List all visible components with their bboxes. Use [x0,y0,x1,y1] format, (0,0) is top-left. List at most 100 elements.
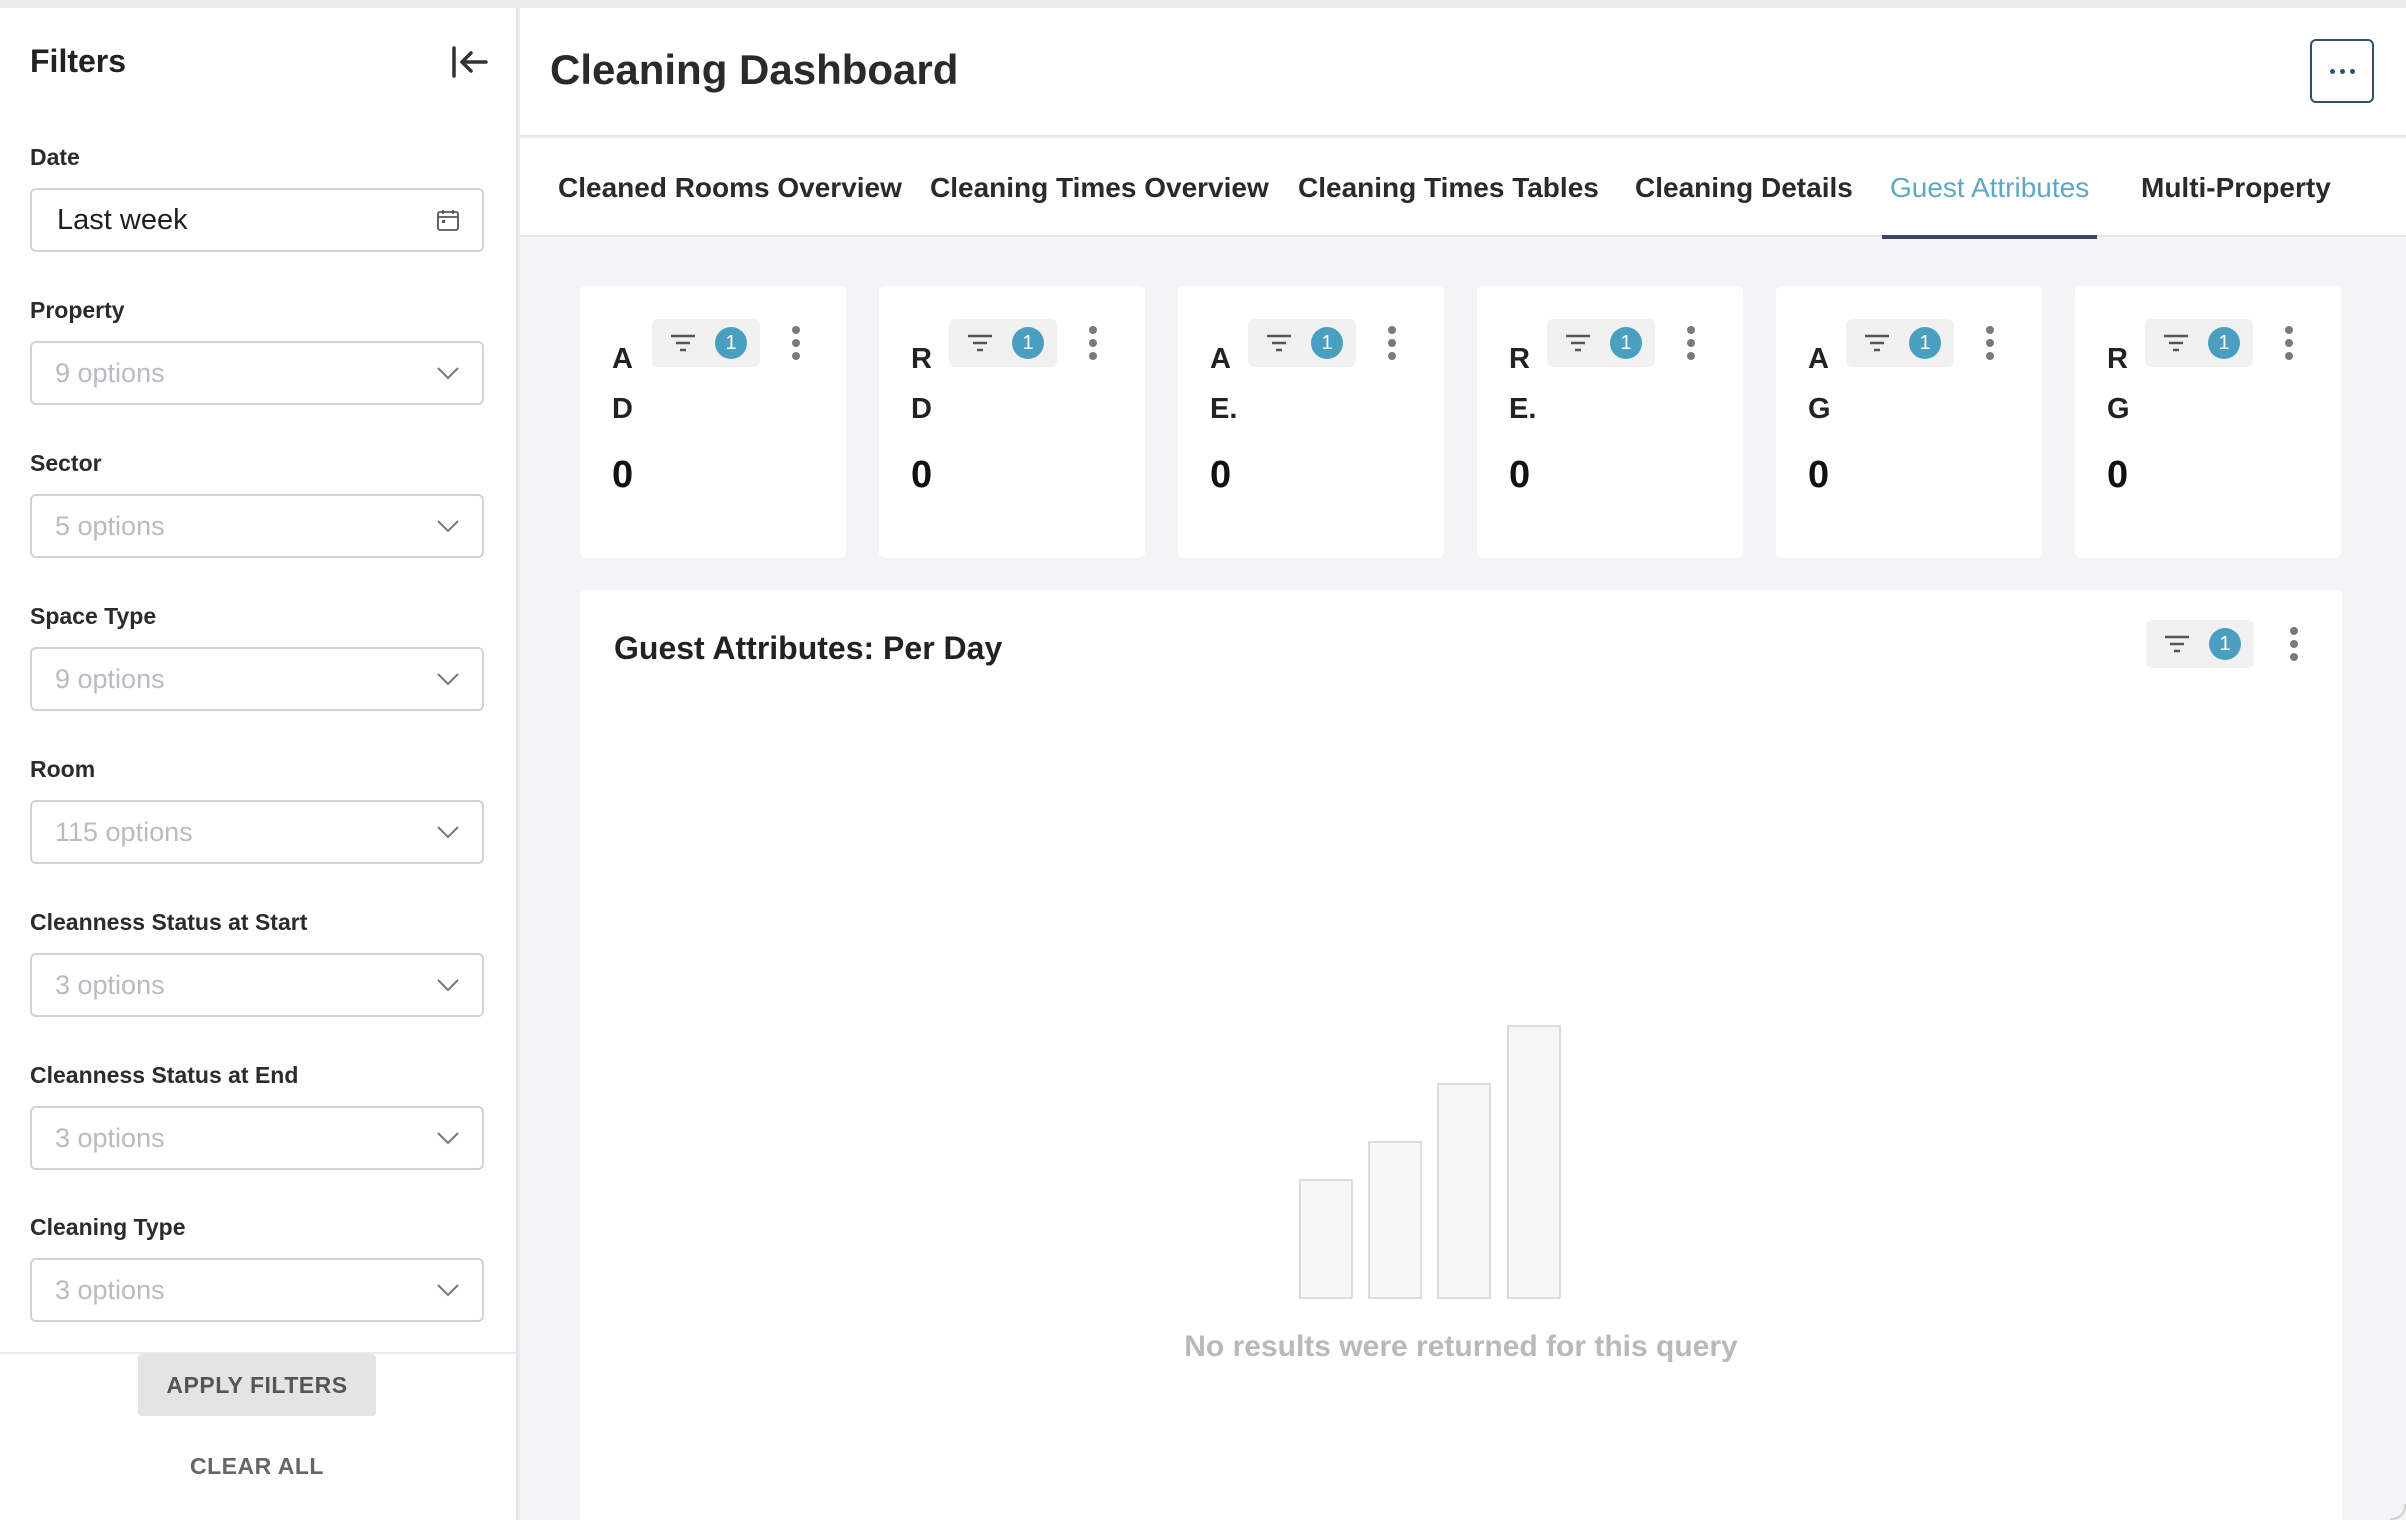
filter-count-badge: 1 [2209,628,2241,660]
kpi-label: A G [1808,334,1848,434]
filter-label: Property [30,297,125,323]
filter-property: Property 9 options [30,297,484,405]
filter-label: Room [30,756,96,782]
kpi-value: 0 [1808,454,1830,496]
sidebar-header: Filters [30,36,490,86]
filter-chip[interactable]: 1 [1248,319,1356,367]
more-icon [2329,68,2335,74]
kebab-menu-icon[interactable] [2284,624,2304,664]
filter-chip[interactable]: 1 [1846,319,1954,367]
filter-label: Sector [30,450,102,476]
kpi-card: R G 1 0 [2075,286,2341,558]
kpi-card: A G 1 0 [1776,286,2042,558]
cleanness-end-placeholder: 3 options [55,1122,165,1153]
filter-chip[interactable]: 1 [652,319,760,367]
dashboard-tabs: Cleaned Rooms Overview Cleaning Times Ov… [520,139,2406,239]
filter-chip[interactable]: 1 [2146,620,2254,668]
tab-multi-property[interactable]: Multi-Property [2141,139,2331,237]
cleanness-start-select[interactable]: 3 options [30,953,484,1017]
filter-count-badge: 1 [1311,327,1343,359]
filter-label: Cleanness Status at End [30,1062,299,1088]
kebab-menu-icon[interactable] [2279,323,2299,363]
main-content: Cleaning Dashboard Cleaned Rooms Overvie… [520,8,2406,1520]
kebab-menu-icon[interactable] [1382,323,1402,363]
room-select[interactable]: 115 options [30,800,484,864]
page-title: Cleaning Dashboard [550,46,959,93]
sector-select[interactable]: 5 options [30,494,484,558]
filter-icon [2165,635,2189,653]
filter-chip[interactable]: 1 [1547,319,1655,367]
collapse-sidebar-icon[interactable] [450,44,490,80]
empty-state-message: No results were returned for this query [1184,1330,1738,1363]
kpi-value: 0 [2107,454,2129,496]
kpi-value: 0 [911,454,933,496]
filter-room: Room 115 options [30,756,484,864]
tab-cleaning-times-tables[interactable]: Cleaning Times Tables [1298,139,1599,237]
kebab-menu-icon[interactable] [1980,323,2000,363]
filter-chip[interactable]: 1 [2145,319,2253,367]
tab-cleaning-times-overview[interactable]: Cleaning Times Overview [930,139,1269,237]
kpi-card: R D 1 0 [879,286,1145,558]
cleaning-type-placeholder: 3 options [55,1274,165,1305]
more-options-button[interactable] [2310,39,2374,103]
kpi-label: A D [612,334,652,434]
kpi-label-line: G [1808,393,1831,425]
kpi-label-line: E. [1509,393,1537,425]
kpi-card: A D 1 0 [580,286,846,558]
filter-icon [671,334,695,352]
cleanness-end-select[interactable]: 3 options [30,1106,484,1170]
more-icon [2339,68,2345,74]
sidebar-footer: APPLY FILTERS CLEAR ALL [0,1352,516,1520]
chevron-down-icon [437,979,459,992]
filter-cleaning-type: Cleaning Type 3 options [30,1214,484,1322]
empty-chart-icon [1299,1025,1561,1299]
kpi-label-line: R [911,343,932,375]
kpi-label-line: A [1808,343,1829,375]
filter-date: Date Last week [30,144,484,252]
apply-filters-button[interactable]: APPLY FILTERS [138,1354,376,1416]
more-icon [2349,68,2355,74]
chevron-down-icon [437,826,459,839]
filter-label: Date [30,144,80,170]
chevron-down-icon [437,367,459,380]
kpi-label-line: A [1210,343,1231,375]
filter-cleanness-end: Cleanness Status at End 3 options [30,1062,484,1170]
kebab-menu-icon[interactable] [1083,323,1103,363]
filter-icon [1267,334,1291,352]
space-type-select[interactable]: 9 options [30,647,484,711]
filter-space-type: Space Type 9 options [30,603,484,711]
property-select[interactable]: 9 options [30,341,484,405]
filter-count-badge: 1 [715,327,747,359]
chevron-down-icon [437,1132,459,1145]
kpi-label-line: D [612,393,633,425]
kebab-menu-icon[interactable] [1681,323,1701,363]
tab-cleaning-details[interactable]: Cleaning Details [1635,139,1853,237]
date-value: Last week [57,203,188,236]
date-select[interactable]: Last week [30,188,484,252]
page-header: Cleaning Dashboard [520,8,2406,137]
kebab-menu-icon[interactable] [786,323,806,363]
kpi-label-line: R [2107,343,2128,375]
kpi-label: R G [2107,334,2147,434]
property-placeholder: 9 options [55,357,165,388]
sidebar-title: Filters [30,43,127,79]
filter-cleanness-start: Cleanness Status at Start 3 options [30,909,484,1017]
tab-cleaned-rooms-overview[interactable]: Cleaned Rooms Overview [558,139,902,237]
filter-count-badge: 1 [1012,327,1044,359]
clear-all-button[interactable]: CLEAR ALL [138,1446,376,1486]
sector-placeholder: 5 options [55,510,165,541]
cleaning-type-select[interactable]: 3 options [30,1258,484,1322]
kpi-label-line: R [1509,343,1530,375]
chart-title: Guest Attributes: Per Day [614,630,1003,666]
filter-label: Space Type [30,603,157,629]
chevron-down-icon [437,1284,459,1297]
filters-sidebar: Filters Date Last week Property 9 option… [0,8,518,1520]
kpi-card: A E. 1 0 [1178,286,1444,558]
room-placeholder: 115 options [55,816,193,847]
filter-chip[interactable]: 1 [949,319,1057,367]
calendar-icon [437,210,459,231]
filter-icon [1566,334,1590,352]
tab-guest-attributes[interactable]: Guest Attributes [1881,139,2098,239]
chevron-down-icon [437,520,459,533]
kpi-value: 0 [1210,454,1232,496]
